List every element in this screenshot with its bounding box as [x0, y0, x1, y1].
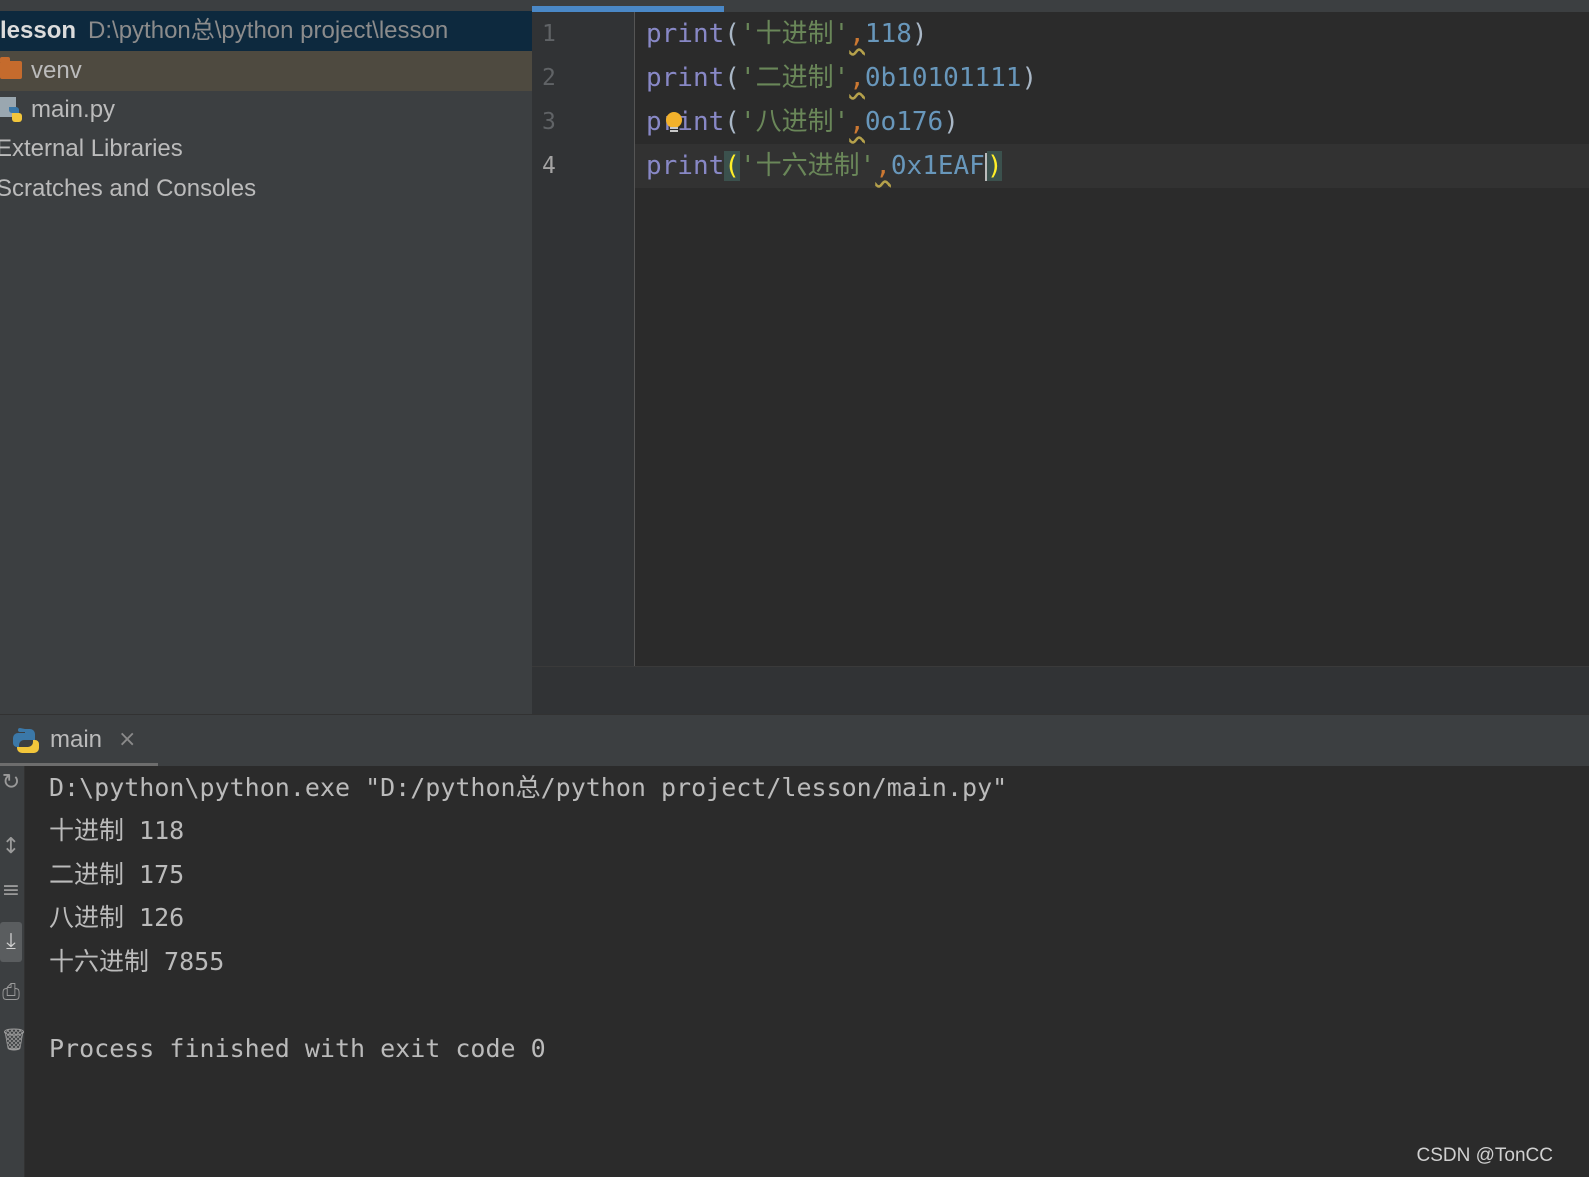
code-token-comma: ,	[849, 107, 865, 137]
code-token-string: '十六进制'	[739, 151, 876, 181]
tree-item-scratches[interactable]: Scratches and Consoles	[0, 169, 532, 209]
editor-tab-strip	[532, 0, 1589, 12]
code-token-function: print	[646, 107, 725, 137]
print-icon[interactable]: ⎙	[0, 980, 22, 1005]
project-root-path: D:\python总\python project\lesson	[88, 17, 449, 44]
tree-item-external-libraries[interactable]: External Libraries	[0, 129, 532, 169]
delete-icon[interactable]: 🗑	[0, 1028, 28, 1053]
run-tab-label: main	[50, 726, 103, 753]
code-token-function: print	[646, 151, 725, 181]
project-root-row[interactable]: lesson D:\python总\python project\lesson	[0, 11, 532, 51]
code-line-current[interactable]: print('十六进制',0x1EAF)	[646, 144, 1003, 188]
soft-wrap-icon[interactable]: ≡	[0, 878, 22, 903]
scroll-to-end-icon[interactable]: ⤓	[0, 922, 22, 962]
code-token-paren: (	[724, 151, 740, 181]
code-token-paren: (	[724, 19, 740, 49]
console-line: 二进制 175	[49, 860, 185, 889]
project-panel: lesson D:\python总\python project\lesson v…	[0, 0, 532, 714]
console-line: Process finished with exit code 0	[49, 1034, 546, 1063]
rerun-icon[interactable]: ↻	[0, 770, 22, 795]
tree-item-label: Scratches and Consoles	[0, 175, 257, 202]
code-token-string: '八进制'	[739, 107, 850, 137]
code-token-paren: )	[986, 151, 1003, 181]
code-token-comma: ,	[875, 151, 891, 181]
console-line: 八进制 126	[49, 903, 185, 932]
console-output[interactable]: D:\python\python.exe "D:/python总/python …	[25, 766, 1589, 1177]
watermark: CSDN @TonCC	[1416, 1145, 1553, 1166]
line-number: 1	[542, 21, 556, 47]
code-token-number: 118	[864, 19, 912, 49]
console-line: 十进制 118	[49, 816, 185, 845]
code-token-number: 0o176	[864, 107, 944, 137]
code-token-paren: )	[1021, 63, 1038, 93]
console-line: D:\python\python.exe "D:/python总/python …	[49, 773, 1008, 802]
run-toolbar: ↻ ↕ ≡ ⤓ ⎙ 🗑	[0, 766, 28, 1177]
code-token-comma: ,	[849, 63, 865, 93]
tree-item-venv[interactable]: venv	[0, 51, 532, 91]
folder-icon	[0, 57, 22, 79]
code-token-string: '二进制'	[739, 63, 850, 93]
code-token-function: print	[646, 19, 725, 49]
python-icon	[13, 728, 39, 753]
run-tab-main[interactable]: main ×	[0, 715, 158, 767]
code-token-paren: )	[911, 19, 928, 49]
python-file-icon	[0, 97, 22, 122]
tree-item-label: venv	[31, 57, 82, 84]
code-token-number: 0b10101111	[864, 63, 1022, 93]
tree-item-main-py[interactable]: main.py	[0, 90, 532, 130]
line-number: 2	[542, 65, 556, 91]
close-icon[interactable]: ×	[118, 715, 136, 765]
line-number: 3	[542, 109, 556, 135]
editor-breadcrumb-bar	[532, 666, 1589, 715]
lightbulb-icon[interactable]	[665, 112, 683, 134]
code-token-string: '十进制'	[739, 19, 850, 49]
run-panel-header: main ×	[0, 714, 1589, 767]
code-token-paren: (	[724, 63, 740, 93]
code-token-paren: (	[724, 107, 740, 137]
console-line: 十六进制 7855	[49, 947, 225, 976]
code-token-function: print	[646, 63, 725, 93]
tree-item-label: main.py	[31, 96, 116, 123]
code-line[interactable]: print('二进制',0b10101111)	[646, 56, 1037, 100]
line-number: 4	[542, 153, 556, 179]
code-token-paren: )	[943, 107, 959, 137]
tree-item-label: External Libraries	[0, 135, 183, 162]
code-line[interactable]: print('八进制',0o176)	[646, 100, 959, 144]
project-root-name: lesson	[0, 17, 77, 44]
line-number-gutter: 1 2 3 4	[532, 12, 635, 666]
code-line[interactable]: print('十进制',118)	[646, 12, 928, 56]
code-editor[interactable]: 1 2 3 4 print('十进制',118) print('二进制',0b1…	[532, 12, 1589, 666]
code-token-comma: ,	[849, 19, 865, 49]
stop-icon[interactable]: ↕	[0, 834, 22, 859]
code-token-number: 0x1EAF	[890, 151, 985, 181]
